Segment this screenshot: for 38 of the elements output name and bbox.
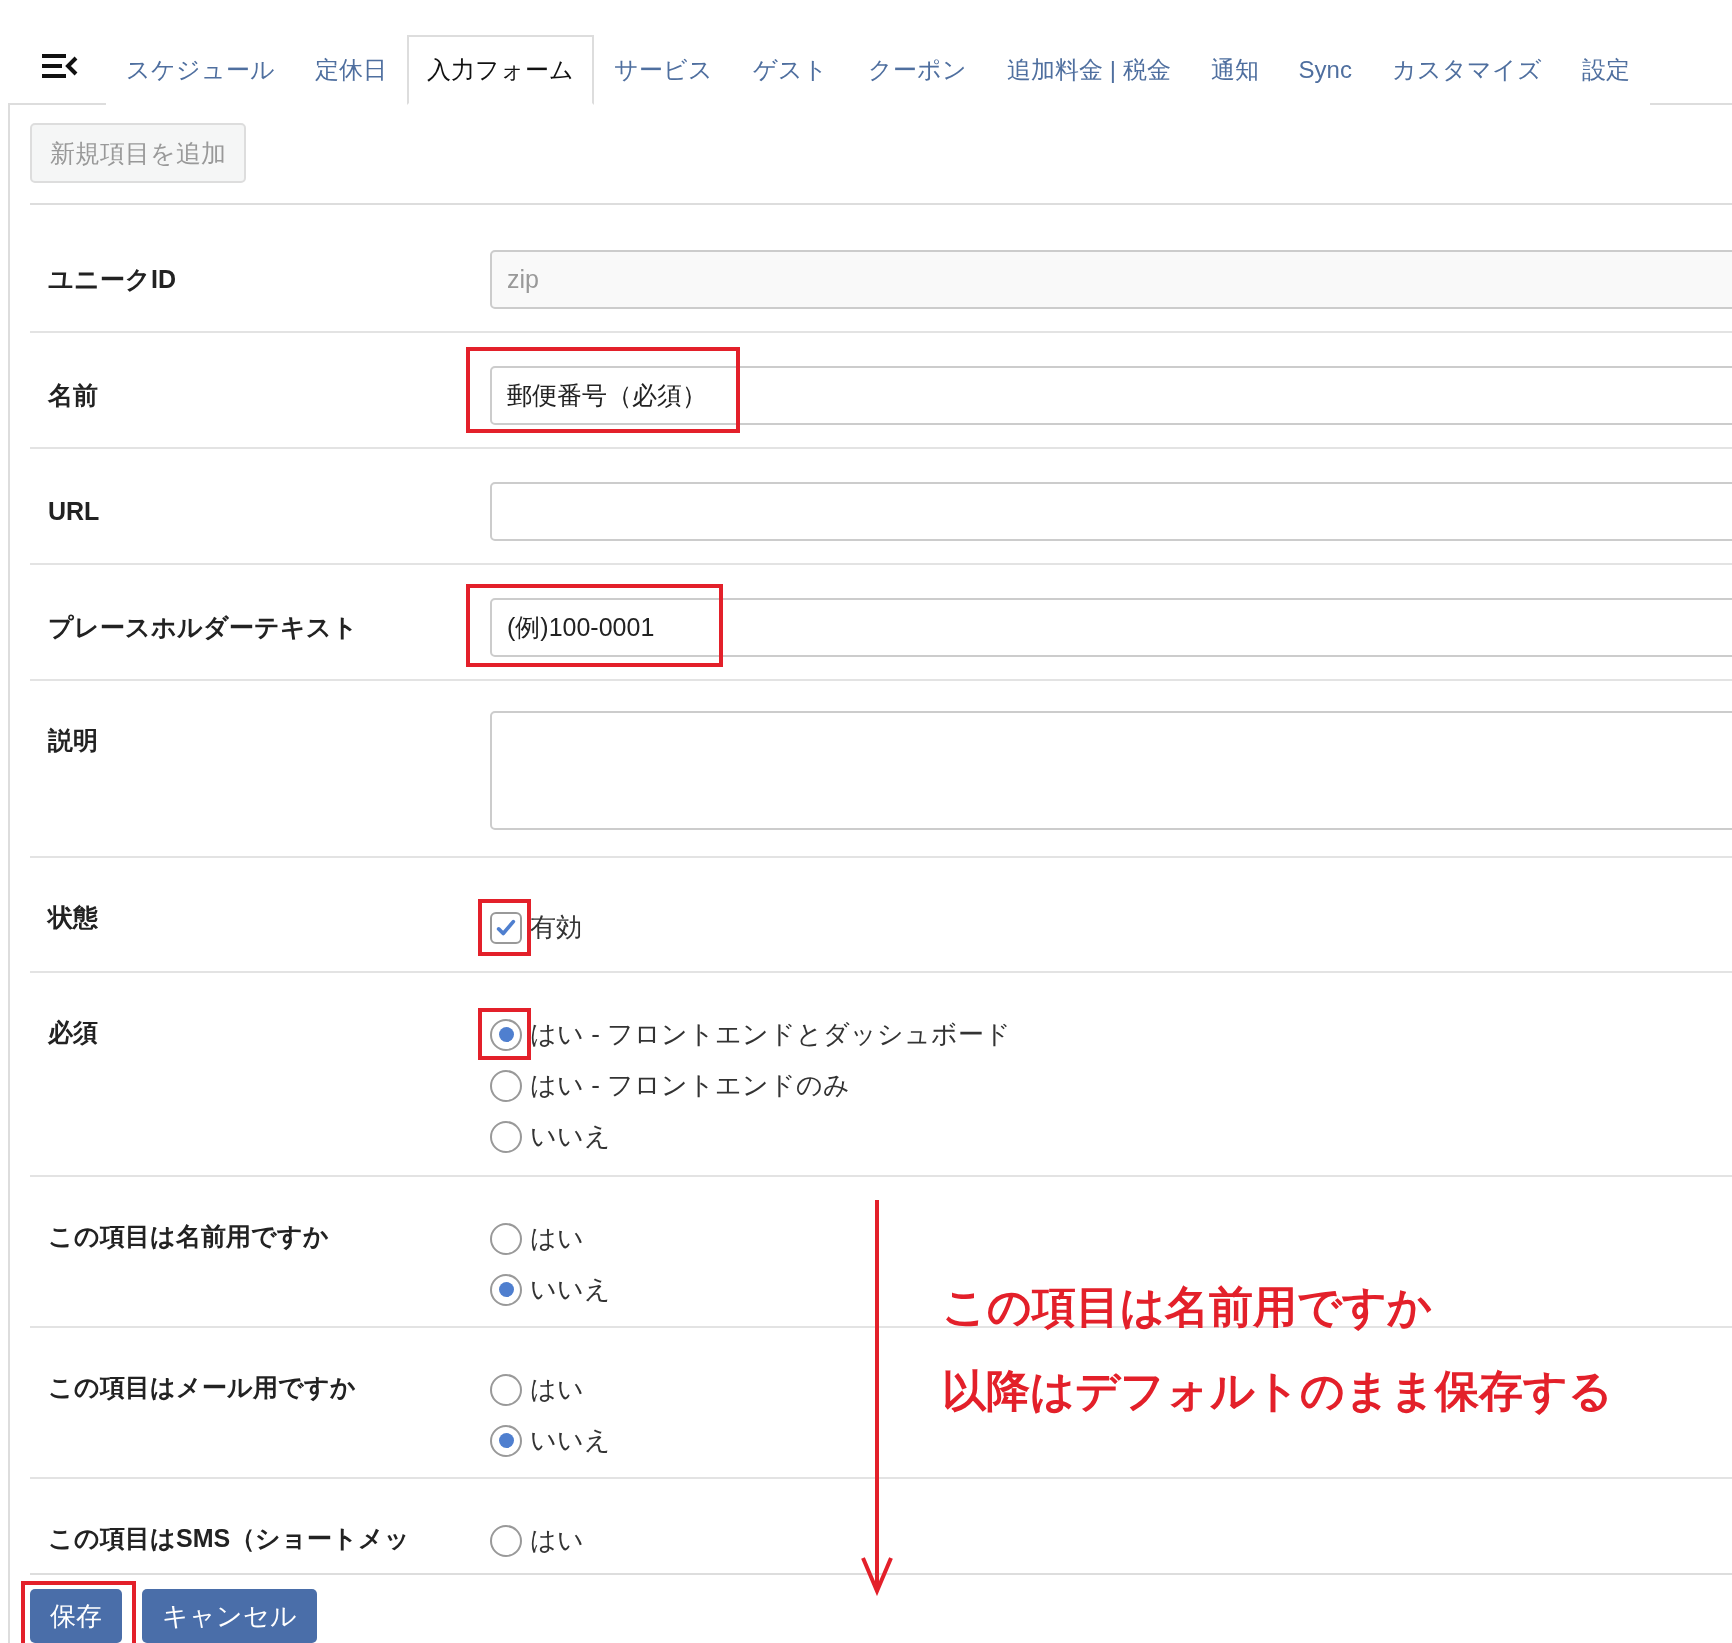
field-label: 状態 (46, 902, 99, 932)
field-label: この項目はSMS（ショートメッ (47, 1523, 412, 1554)
text-field[interactable]: 郵便番号（必須） (490, 366, 1732, 425)
radio-button[interactable] (490, 1069, 522, 1102)
radio-label: いいえ (530, 1120, 611, 1153)
field-label: プレースホルダーテキスト (47, 612, 359, 643)
field-label: 説明 (47, 725, 99, 756)
description-field[interactable] (490, 711, 1732, 830)
radio-label: いいえ (530, 1273, 611, 1306)
radio-button[interactable] (490, 1273, 522, 1306)
radio-label: はい - フロントエンドとダッシュボード (530, 1018, 1012, 1051)
radio-label: はい - フロントエンドのみ (530, 1069, 851, 1102)
text-field[interactable]: (例)100-0001 (490, 598, 1732, 657)
radio-label: はい (530, 1222, 584, 1255)
menu-icon[interactable] (40, 51, 80, 81)
radio-label: はい (530, 1524, 584, 1557)
save-button[interactable]: 保存 (30, 1589, 122, 1643)
radio-button[interactable] (490, 1120, 522, 1153)
field-label: この項目は名前用ですか (47, 1221, 330, 1252)
checkbox[interactable] (490, 911, 522, 944)
radio-button[interactable] (490, 1524, 522, 1557)
text-field[interactable] (490, 482, 1732, 541)
field-label: ユニークID (47, 264, 177, 295)
radio-label: はい (530, 1373, 584, 1406)
field-label: 必須 (47, 1017, 99, 1048)
cancel-button[interactable]: キャンセル (142, 1589, 317, 1643)
field-label: 名前 (47, 380, 99, 411)
annotation-text: この項目は名前用ですか (942, 1281, 1433, 1333)
tab[interactable]: 入力フォーム (407, 35, 594, 105)
radio-button[interactable] (490, 1373, 522, 1406)
field-label: この項目はメール用ですか (47, 1372, 357, 1403)
radio-label: いいえ (530, 1424, 611, 1457)
checkbox-label: 有効 (530, 911, 582, 944)
field-label: URL (47, 496, 101, 527)
radio-button[interactable] (490, 1424, 522, 1457)
radio-button[interactable] (490, 1018, 522, 1051)
radio-button[interactable] (490, 1222, 522, 1255)
annotation-text: 以降はデフォルトのまま保存する (942, 1365, 1613, 1417)
